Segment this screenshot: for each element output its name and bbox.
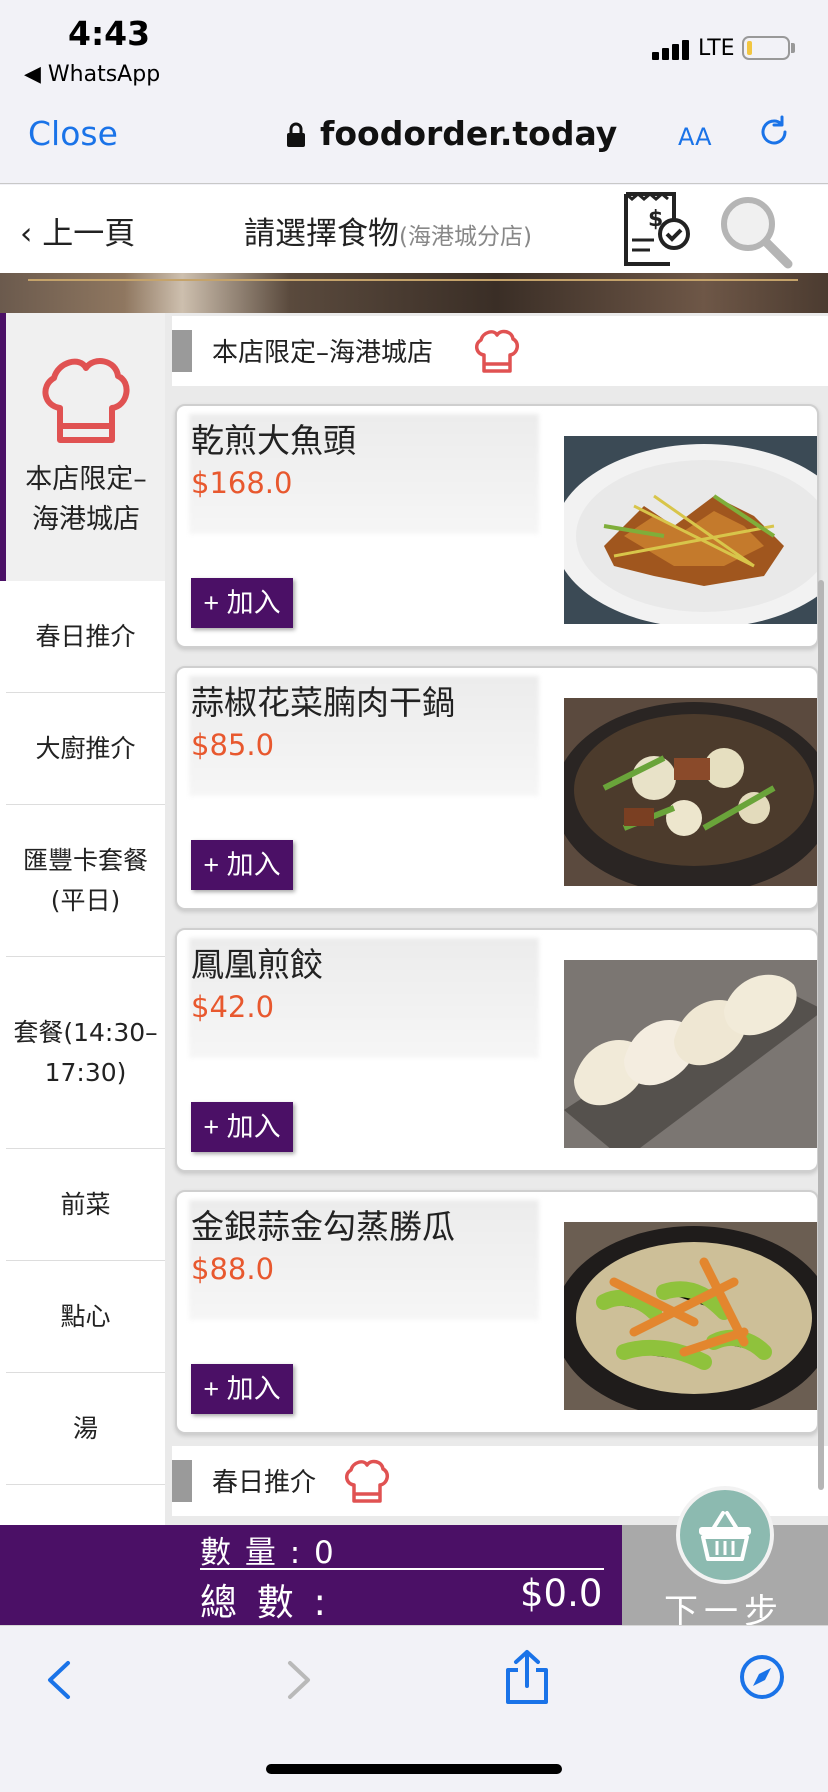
add-to-cart-button[interactable]: + 加入 (191, 1364, 293, 1414)
item-price: $168.0 (191, 466, 293, 500)
basket-glyph (699, 1511, 751, 1561)
page-title: 請選擇食物(海港城分店) (244, 208, 532, 253)
status-time: 4:43 (68, 14, 151, 53)
food-photo-loofah (564, 1222, 817, 1410)
item-name: 蒜椒花菜腩肉干鍋 (191, 683, 455, 722)
item-price: $85.0 (191, 728, 275, 762)
category-set-meal[interactable]: 套餐(14:30–17:30) (6, 957, 165, 1149)
category-dim-sum[interactable]: 點心 (6, 1261, 165, 1373)
lock-icon (287, 122, 305, 147)
close-button[interactable]: Close (28, 114, 118, 153)
add-to-cart-button[interactable]: + 加入 (191, 578, 293, 628)
chef-hat-icon (345, 1459, 389, 1503)
compass-icon[interactable] (738, 1653, 786, 1701)
category-active-label: 本店限定–海港城店 (25, 464, 147, 535)
category-soup[interactable]: 湯 (6, 1373, 165, 1485)
chef-hat-icon (475, 329, 519, 373)
category-spring[interactable]: 春日推介 (6, 581, 165, 693)
item-name: 乾煎大魚頭 (191, 421, 356, 460)
restaurant-banner-image (0, 273, 828, 313)
total-label: 總 數 : (200, 1581, 330, 1624)
menu-item-card[interactable]: 鳳凰煎餃 $42.0 + 加入 (175, 928, 819, 1172)
quantity-display: 數 量 : 0 (200, 1527, 336, 1572)
branch-label: (海港城分店) (399, 224, 532, 250)
category-hsbc-set[interactable]: 匯豐卡套餐(平日) (6, 805, 165, 957)
quantity-label: 數 量 : (200, 1535, 303, 1571)
item-name: 金銀蒜金勾蒸勝瓜 (191, 1207, 455, 1246)
share-icon[interactable] (502, 1648, 552, 1706)
item-price: $88.0 (191, 1252, 275, 1286)
signal-icon (652, 38, 694, 60)
battery-icon (742, 36, 790, 60)
category-appetizer[interactable]: 前菜 (6, 1149, 165, 1261)
battery-tip (791, 43, 795, 53)
back-arrow-icon[interactable] (36, 1655, 86, 1705)
back-to-app-link[interactable]: ◀ WhatsApp (24, 62, 160, 87)
url-text[interactable]: foodorder.today (320, 114, 617, 153)
section-marker (172, 330, 192, 372)
menu-item-card[interactable]: 乾煎大魚頭 $168.0 + 加入 (175, 404, 819, 648)
back-page-button[interactable]: ‹ 上一頁 (20, 208, 135, 253)
back-page-label: 上一頁 (42, 216, 136, 252)
chevron-left-icon: ‹ (20, 216, 43, 252)
food-photo-fish-head (564, 436, 817, 624)
section-header: 本店限定–海港城店 (172, 316, 828, 386)
food-photo-dry-pot (564, 698, 817, 886)
section-marker (172, 1460, 192, 1502)
add-to-cart-button[interactable]: + 加入 (191, 1102, 293, 1152)
quantity-value: 0 (314, 1535, 336, 1571)
forward-arrow-icon[interactable] (272, 1655, 322, 1705)
section-label: 春日推介 (212, 1468, 317, 1498)
item-price: $42.0 (191, 990, 275, 1024)
page-title-text: 請選擇食物 (244, 216, 399, 252)
search-icon[interactable] (716, 192, 794, 270)
reload-icon[interactable] (756, 114, 792, 150)
network-label: LTE (698, 36, 735, 61)
receipt-icon[interactable]: $ (618, 190, 696, 268)
section-label: 本店限定–海港城店 (212, 338, 434, 368)
text-size-button[interactable]: AA (678, 118, 712, 153)
add-to-cart-button[interactable]: + 加入 (191, 840, 293, 890)
home-indicator (266, 1764, 562, 1774)
chef-hat-icon (42, 358, 130, 443)
cart-divider (200, 1568, 604, 1570)
item-name: 鳳凰煎餃 (191, 945, 323, 984)
scrollbar[interactable] (818, 580, 824, 1490)
total-value: $0.0 (520, 1572, 603, 1615)
menu-item-card[interactable]: 蒜椒花菜腩肉干鍋 $85.0 + 加入 (175, 666, 819, 910)
menu-item-card[interactable]: 金銀蒜金勾蒸勝瓜 $88.0 + 加入 (175, 1190, 819, 1434)
food-photo-dumplings (564, 960, 817, 1148)
basket-icon[interactable] (676, 1486, 774, 1584)
text-size-small-a: AA (678, 123, 712, 151)
category-chef[interactable]: 大廚推介 (6, 693, 165, 805)
